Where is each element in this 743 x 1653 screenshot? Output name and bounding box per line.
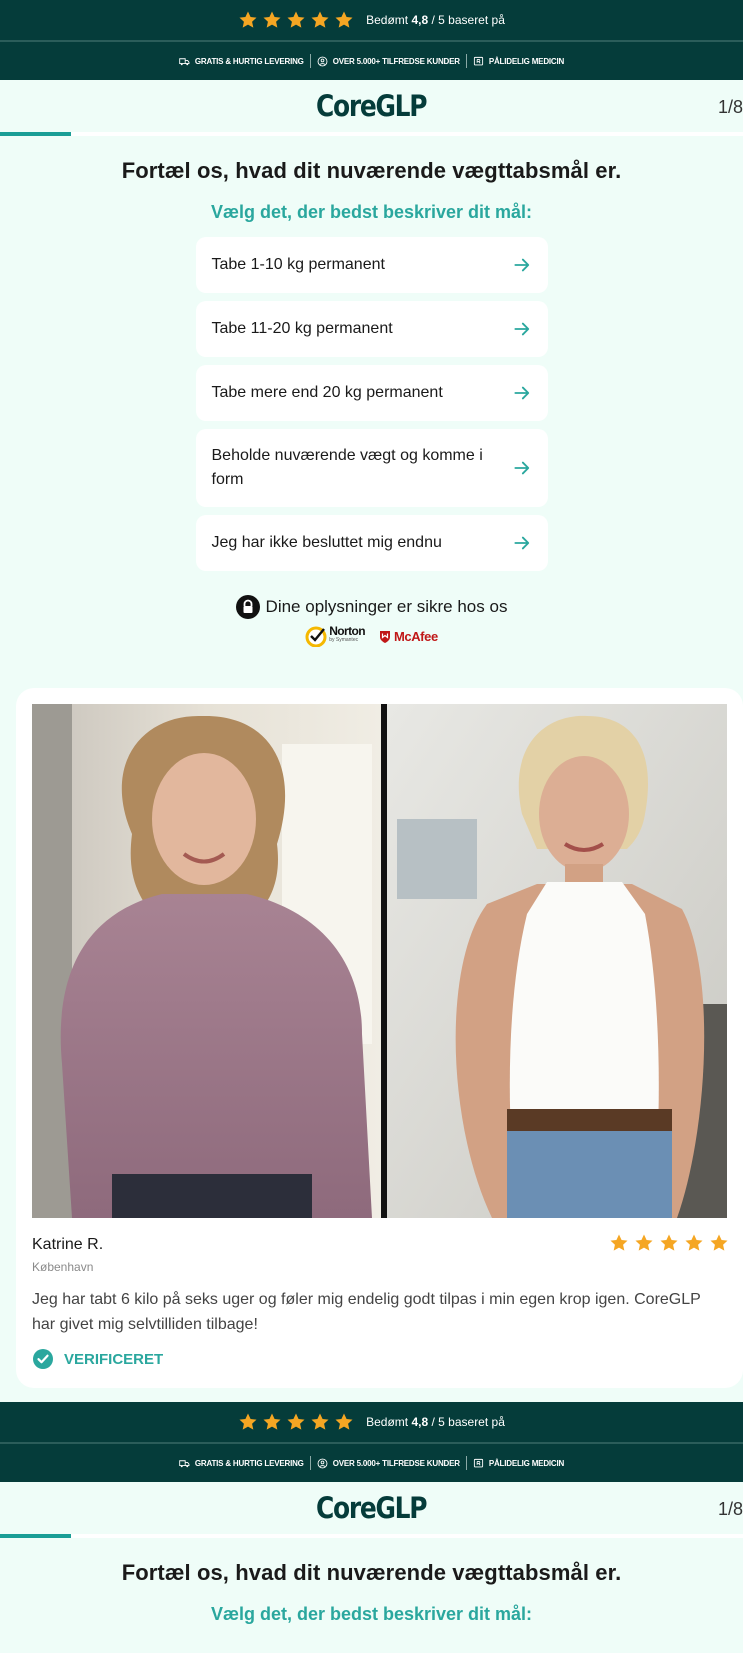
rating-bar: Bedømt 4,8 / 5 baseret på [0,1402,743,1442]
progress-bar [0,132,743,136]
star-icon [310,10,330,30]
option-lose-1-10kg[interactable]: Tabe 1-10 kg permanent [195,237,548,293]
star-icon [238,1412,258,1432]
star-icon [238,10,258,30]
check-circle-icon [33,1349,53,1369]
quiz-subtitle: Vælg det, der bedst beskriver dit mål: [210,202,533,222]
option-maintain-weight[interactable]: Beholde nuværende vægt og komme i form [195,429,548,507]
step-counter: 1/8 [717,1499,743,1519]
star-icon [634,1233,654,1253]
rating-bar: Bedømt 4,8 / 5 baseret på [0,0,743,40]
progress-bar [0,1534,743,1538]
trust-badges: Norton by Symantec McAfee [0,625,743,647]
quiz-subtitle: Vælg det, der bedst beskriver dit mål: [210,1604,533,1624]
rating-text: Bedømt 4,8 / 5 baseret på [366,13,505,27]
brand-logo[interactable]: CoreGLP [316,89,428,123]
progress-fill [0,1534,71,1538]
prescription-icon [473,56,483,65]
arrow-right-icon [512,319,532,339]
star-icon [709,1233,729,1253]
quiz-question: Fortæl os, hvad dit nuværende vægttabsmå… [121,158,622,183]
features-bar: GRATIS & HURTIG LEVERING OVER 5.000+ TIL… [0,42,743,80]
site-header: CoreGLP 1/8 [0,1482,743,1534]
step-counter: 1/8 [717,97,743,117]
verified-badge: VERIFICERET [32,1348,163,1370]
quiz-question: Fortæl os, hvad dit nuværende vægttabsmå… [121,1560,622,1585]
mcafee-shield-icon [379,630,390,643]
rating-stars [238,10,354,30]
user-circle-icon [317,56,328,66]
rating-stars [238,1412,354,1432]
progress-fill [0,132,71,136]
truck-icon [179,57,190,65]
option-lose-11-20kg[interactable]: Tabe 11-20 kg permanent [195,301,548,357]
option-undecided[interactable]: Jeg har ikke besluttet mig endnu [195,515,548,571]
arrow-right-icon [512,458,532,478]
user-circle-icon [317,1458,328,1468]
norton-badge: Norton by Symantec [305,625,366,647]
arrow-right-icon [512,533,532,553]
feature-customers: OVER 5.000+ TILFREDSE KUNDER [311,1458,466,1469]
star-icon [334,10,354,30]
star-icon [310,1412,330,1432]
mcafee-badge: McAfee [379,629,438,644]
after-photo [387,704,727,1218]
reviewer-name: Katrine R. [32,1236,104,1253]
norton-check-icon [305,626,327,647]
repeated-page-section: Bedømt 4,8 / 5 baseret på GRATIS & HURTI… [0,1402,743,1625]
star-icon [659,1233,679,1253]
features-bar: GRATIS & HURTIG LEVERING OVER 5.000+ TIL… [0,1444,743,1482]
rating-text: Bedømt 4,8 / 5 baseret på [366,1415,505,1429]
feature-medicine: PÅLIDELIG MEDICIN [467,56,570,67]
answer-options: Tabe 1-10 kg permanent Tabe 11-20 kg per… [195,237,548,571]
option-lose-20plus-kg[interactable]: Tabe mere end 20 kg permanent [195,365,548,421]
site-header: CoreGLP 1/8 [0,80,743,132]
star-icon [334,1412,354,1432]
feature-medicine: PÅLIDELIG MEDICIN [467,1458,570,1469]
review-stars [609,1233,729,1253]
lock-icon [235,595,260,619]
star-icon [286,1412,306,1432]
star-icon [262,10,282,30]
reviewer-city: København [32,1260,94,1274]
truck-icon [179,1459,190,1467]
review-text: Jeg har tabt 6 kilo på seks uger og føle… [32,1291,701,1333]
feature-customers: OVER 5.000+ TILFREDSE KUNDER [311,56,466,67]
before-photo [32,704,381,1218]
star-icon [262,1412,282,1432]
arrow-right-icon [512,383,532,403]
star-icon [684,1233,704,1253]
security-note: Dine oplysninger er sikre hos os [0,595,743,619]
testimonial-card: Katrine R. København Jeg har tabt 6 kilo… [16,688,743,1388]
brand-logo[interactable]: CoreGLP [316,1491,428,1525]
feature-delivery: GRATIS & HURTIG LEVERING [173,1458,310,1469]
star-icon [609,1233,629,1253]
star-icon [286,10,306,30]
feature-delivery: GRATIS & HURTIG LEVERING [173,56,310,67]
before-after-photo [32,704,727,1218]
prescription-icon [473,1458,483,1467]
arrow-right-icon [512,255,532,275]
